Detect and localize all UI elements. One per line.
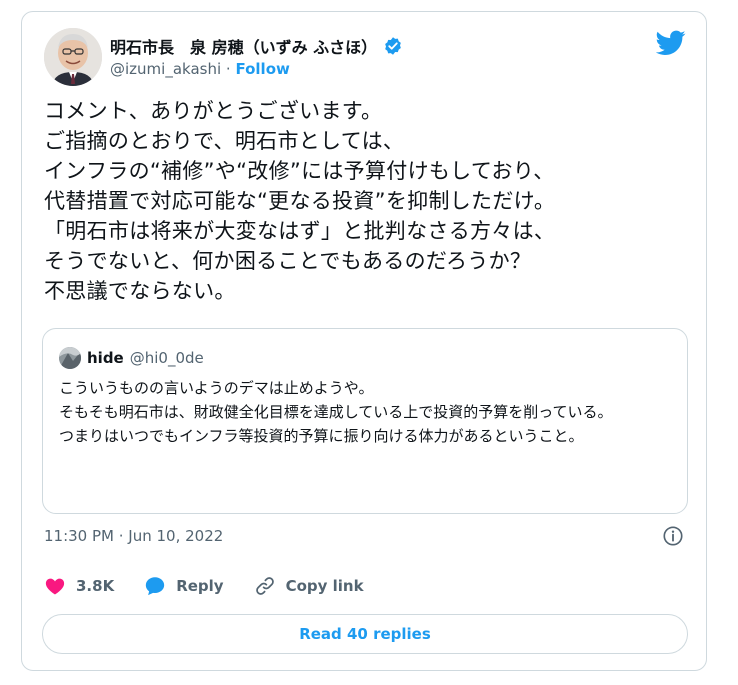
heart-icon [45, 578, 65, 595]
quoted-author-avatar-image [59, 347, 81, 369]
speech-bubble-icon [146, 577, 165, 596]
handle-separator: · [225, 60, 231, 78]
link-icon [255, 577, 274, 595]
copy-link-label: Copy link [285, 577, 364, 595]
tweet-timestamp[interactable]: 11:30 PM · Jun 10, 2022 [44, 527, 223, 545]
embedded-tweet-card: 明石市長 泉 房穂（いずみ ふさほ） @izumi_akashi · Follo… [21, 11, 707, 671]
quoted-author-name: hide [87, 349, 124, 367]
follow-button[interactable]: Follow [235, 60, 289, 78]
tweet-body-text: コメント、ありがとうございます。 ご指摘のとおりで、明石市としては、 インフラの… [44, 99, 556, 303]
reply-button[interactable]: Reply [144, 575, 224, 597]
quoted-tweet[interactable]: hide @hi0_0de こういうものの言いようのデマは止めようや。 そもそも… [42, 328, 688, 514]
reply-label: Reply [176, 577, 224, 595]
read-replies-button[interactable]: Read 40 replies [42, 614, 688, 654]
author-handle[interactable]: @izumi_akashi [110, 60, 221, 78]
like-count: 3.8K [76, 577, 115, 595]
copy-link-button[interactable]: Copy link [254, 575, 364, 597]
verified-badge-icon [385, 37, 401, 55]
author-avatar[interactable] [44, 28, 102, 86]
author-name-row[interactable]: 明石市長 泉 房穂（いずみ ふさほ） [110, 34, 403, 58]
author-handle-row: @izumi_akashi · Follow [110, 60, 290, 78]
quoted-author-handle: @hi0_0de [129, 349, 204, 367]
author-display-name[interactable]: 明石市長 泉 房穂（いずみ ふさほ） [110, 34, 377, 58]
quoted-tweet-header: hide @hi0_0de [59, 347, 204, 369]
twitter-bird-icon[interactable] [656, 30, 686, 56]
tweet-actions-bar: 3.8K Reply Copy link [44, 575, 394, 597]
info-icon[interactable] [662, 525, 684, 547]
author-avatar-image [44, 28, 102, 86]
quoted-tweet-text: こういうものの言いようのデマは止めようや。 そもそも明石市は、財政健全化目標を達… [59, 379, 613, 445]
quoted-author-avatar [59, 347, 81, 369]
like-button[interactable]: 3.8K [44, 575, 114, 597]
